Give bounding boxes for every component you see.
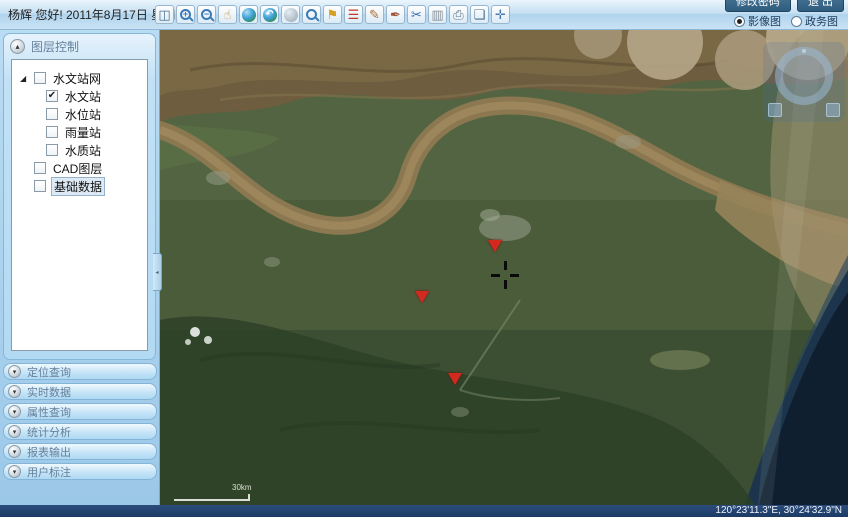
account-buttons: 修改密码 退 出 <box>725 0 844 12</box>
map-type-label: 影像图 <box>748 13 781 29</box>
panel-realtime-data[interactable]: ▾ 实时数据 <box>3 383 157 400</box>
chevron-down-icon[interactable]: ▾ <box>8 385 21 398</box>
zoom-out-icon[interactable]: − <box>197 5 216 24</box>
edit-icon[interactable]: ✎ <box>365 5 384 24</box>
logout-button[interactable]: 退 出 <box>797 0 844 12</box>
panel-attribute-query[interactable]: ▾ 属性查询 <box>3 403 157 420</box>
layer-hydrology-station[interactable]: ✔ 水文站 <box>12 87 147 105</box>
layer-checkbox[interactable] <box>34 180 46 192</box>
zoom-in-icon[interactable]: + <box>176 5 195 24</box>
layer-label: 水文站网 <box>51 70 103 87</box>
search-icon[interactable] <box>302 5 321 24</box>
panel-statistic-analysis[interactable]: ▾ 统计分析 <box>3 423 157 440</box>
chevron-down-icon[interactable]: ▾ <box>8 365 21 378</box>
layer-panel-header[interactable]: ▴ 图层控制 <box>4 34 155 58</box>
layer-checkbox[interactable] <box>34 162 46 174</box>
map-type-option-1[interactable]: 政务图 <box>791 13 838 29</box>
next-view-icon[interactable] <box>281 5 300 24</box>
layer-hydro-station-network[interactable]: ◢ 水文站网 <box>12 69 147 87</box>
sidebar-collapse-handle[interactable]: ◂ <box>153 253 162 291</box>
layer-tree: ◢ 水文站网 ✔ 水文站水位站雨量站水质站CAD图层基础数据 <box>11 59 148 351</box>
radio-icon[interactable] <box>791 16 802 27</box>
sidebar: ▴ 图层控制 ◢ 水文站网 ✔ 水文站水位站雨量站水质站CAD图层基础数据 ▾ 定位查询… <box>0 30 160 505</box>
measure-icon[interactable]: ⚑ <box>323 5 342 24</box>
layer-label: 水质站 <box>63 142 103 159</box>
scale-label: 30km <box>232 483 252 492</box>
layer-water-quality-station[interactable]: 水质站 <box>12 141 147 159</box>
map-navigation-control <box>763 42 845 122</box>
toggle-sidebar-icon[interactable]: ◫ <box>155 5 174 24</box>
pan-icon[interactable]: ☝ <box>218 5 237 24</box>
panel-location-query[interactable]: ▾ 定位查询 <box>3 363 157 380</box>
database-icon[interactable]: ▥ <box>428 5 447 24</box>
panel-report-output[interactable]: ▾ 报表输出 <box>3 443 157 460</box>
full-extent-icon[interactable] <box>239 5 258 24</box>
panel-title: 定位查询 <box>27 364 71 380</box>
layer-label: 基础数据 <box>51 177 105 196</box>
print-icon[interactable]: ⎙ <box>449 5 468 24</box>
chevron-down-icon[interactable]: ▾ <box>8 405 21 418</box>
layer-label: 雨量站 <box>63 124 103 141</box>
map-type-label: 政务图 <box>805 13 838 29</box>
satellite-imagery <box>160 30 848 505</box>
layer-checkbox[interactable]: ✔ <box>46 90 58 102</box>
layer-control-panel: ▴ 图层控制 ◢ 水文站网 ✔ 水文站水位站雨量站水质站CAD图层基础数据 <box>3 33 156 360</box>
panel-title: 用户标注 <box>27 464 71 480</box>
legend-icon[interactable]: ☰ <box>344 5 363 24</box>
map-type-switch: 影像图 政务图 <box>734 13 838 29</box>
layer-label: 水位站 <box>63 106 103 123</box>
layer-base-data[interactable]: 基础数据 <box>12 177 147 195</box>
clear-icon[interactable]: ✂ <box>407 5 426 24</box>
draw-icon[interactable]: ✒ <box>386 5 405 24</box>
chevron-down-icon[interactable]: ▾ <box>8 465 21 478</box>
top-toolbar: 杨辉 您好! 2011年8月17日 星期三 ◫+−☝↶⚑☰✎✒✂▥⎙❏✛ 修改密… <box>0 0 848 30</box>
layer-cad[interactable]: CAD图层 <box>12 159 147 177</box>
previous-view-icon[interactable]: ↶ <box>260 5 279 24</box>
station-marker[interactable] <box>488 240 502 252</box>
panel-title: 统计分析 <box>27 424 71 440</box>
layer-checkbox[interactable] <box>34 72 46 84</box>
layer-checkbox[interactable] <box>46 108 58 120</box>
scale-bar <box>174 494 250 501</box>
nav-button-right[interactable] <box>826 103 840 117</box>
station-marker[interactable] <box>415 291 429 303</box>
layer-label: 水文站 <box>63 88 103 105</box>
change-password-button[interactable]: 修改密码 <box>725 0 791 12</box>
nav-button-left[interactable] <box>768 103 782 117</box>
chevron-down-icon[interactable]: ▾ <box>8 445 21 458</box>
radio-icon[interactable] <box>734 16 745 27</box>
layer-panel-title: 图层控制 <box>31 38 79 55</box>
panel-user-annotation[interactable]: ▾ 用户标注 <box>3 463 157 480</box>
window-icon[interactable]: ❏ <box>470 5 489 24</box>
map-view[interactable]: 30km <box>160 30 848 505</box>
toolbar: ◫+−☝ ↶ ⚑☰✎✒✂▥⎙❏✛ <box>155 5 510 24</box>
chevron-down-icon[interactable]: ▾ <box>8 425 21 438</box>
layer-water-level-station[interactable]: 水位站 <box>12 105 147 123</box>
panel-title: 报表输出 <box>27 444 71 460</box>
sidebar-panels: ▾ 定位查询 ▾ 实时数据 ▾ 属性查询 ▾ 统计分析 ▾ 报表输出 ▾ 用户标注 <box>0 363 160 483</box>
layer-label: CAD图层 <box>51 160 104 177</box>
panel-title: 实时数据 <box>27 384 71 400</box>
chevron-up-icon[interactable]: ▴ <box>10 39 25 54</box>
move-icon[interactable]: ✛ <box>491 5 510 24</box>
layer-checkbox[interactable] <box>46 144 58 156</box>
coordinates-readout: 120°23'11.3"E, 30°24'32.9"N <box>715 505 842 517</box>
tree-expander-icon[interactable]: ◢ <box>20 74 34 83</box>
layer-rainfall-station[interactable]: 雨量站 <box>12 123 147 141</box>
panel-title: 属性查询 <box>27 404 71 420</box>
status-bar: 120°23'11.3"E, 30°24'32.9"N <box>0 505 848 517</box>
compass-pan-ring[interactable] <box>775 47 833 105</box>
map-type-option-0[interactable]: 影像图 <box>734 13 781 29</box>
layer-checkbox[interactable] <box>46 126 58 138</box>
station-marker[interactable] <box>448 373 462 385</box>
